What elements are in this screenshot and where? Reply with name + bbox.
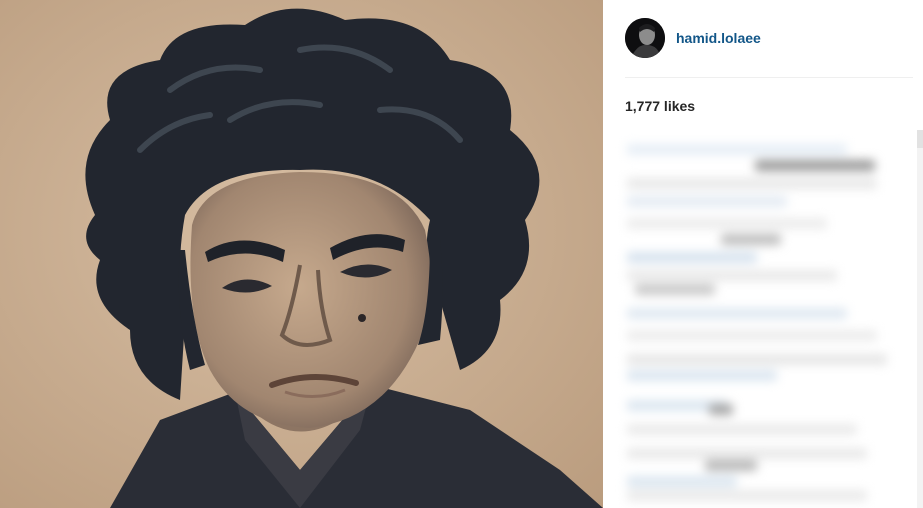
profile-avatar-icon: [625, 18, 665, 58]
avatar[interactable]: [625, 18, 665, 58]
comments-scrollbar[interactable]: [917, 130, 923, 508]
post-sidebar: hamid.lolaee 1,777 likes: [603, 0, 923, 508]
post-header: hamid.lolaee: [625, 18, 913, 58]
header-divider: [625, 77, 913, 78]
scrollbar-thumb[interactable]: [917, 130, 923, 148]
username-link[interactable]: hamid.lolaee: [676, 30, 761, 46]
portrait-image: [0, 0, 603, 508]
post-photo[interactable]: [0, 0, 603, 508]
likes-count[interactable]: 1,777 likes: [625, 98, 695, 114]
blurred-comments: [625, 134, 897, 508]
